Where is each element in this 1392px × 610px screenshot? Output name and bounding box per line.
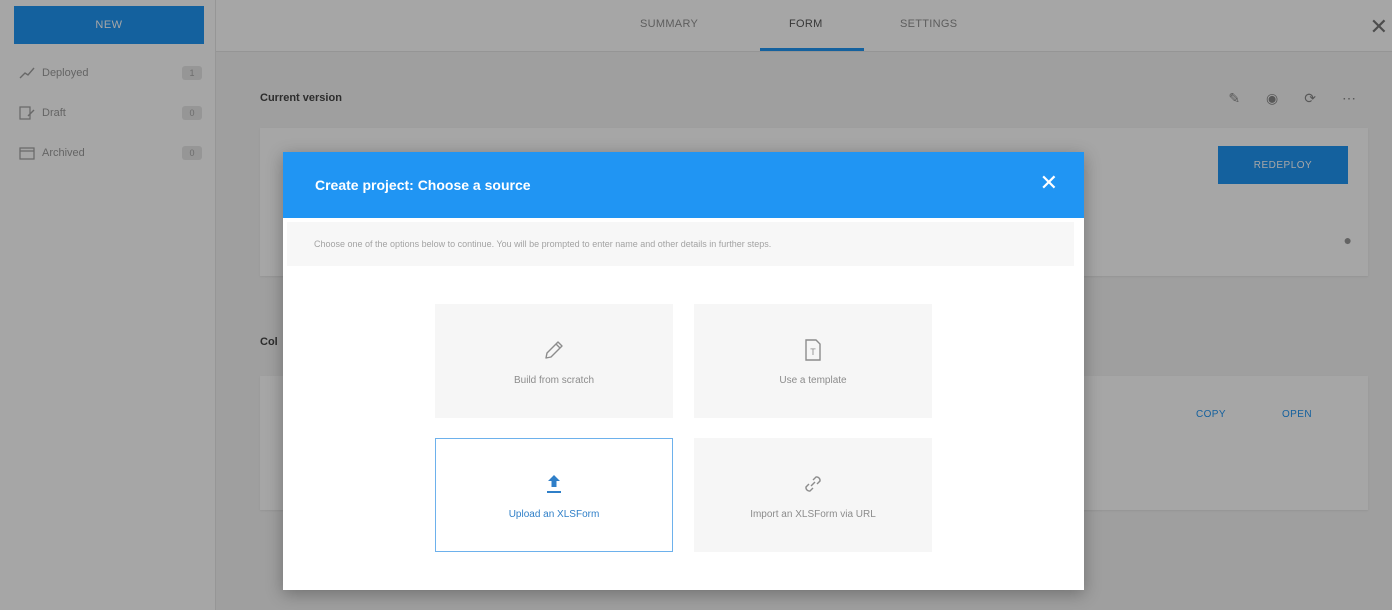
close-icon[interactable]: ✕ [1040,170,1058,196]
option-upload-xlsform[interactable]: Upload an XLSForm [435,438,673,552]
modal-title: Create project: Choose a source [315,177,531,193]
option-label: Use a template [779,374,847,386]
link-icon [800,471,826,497]
option-label: Build from scratch [513,374,595,386]
upload-icon [541,471,567,497]
option-import-url[interactable]: Import an XLSForm via URL [694,438,932,552]
option-build-from-scratch[interactable]: Build from scratch [435,304,673,418]
modal-description: Choose one of the options below to conti… [287,222,1074,266]
create-project-modal: Create project: Choose a source ✕ Choose… [283,152,1084,590]
option-use-template[interactable]: T Use a template [694,304,932,418]
option-label: Upload an XLSForm [508,508,600,520]
template-icon: T [800,337,826,363]
svg-text:T: T [810,347,816,357]
modal-header: Create project: Choose a source ✕ [283,152,1084,218]
pencil-icon [541,337,567,363]
option-label: Import an XLSForm via URL [750,508,876,520]
